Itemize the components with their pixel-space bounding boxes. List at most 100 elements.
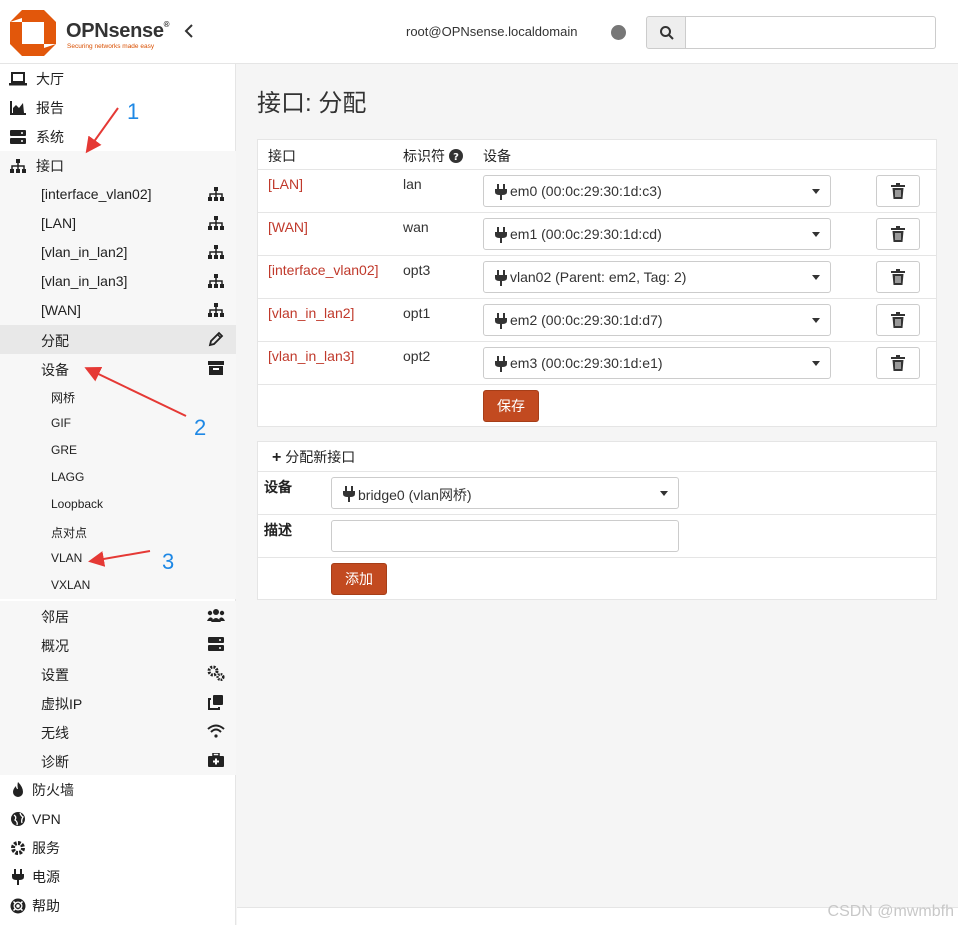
delete-button-wan[interactable] <box>876 218 920 250</box>
sitemap-icon <box>9 157 27 175</box>
sidebar-item-loopback[interactable]: Loopback <box>0 491 236 518</box>
help-icon[interactable]: ? <box>448 149 463 163</box>
sidebar-item-wan[interactable]: [WAN] <box>0 296 236 325</box>
top-header: OPNsense® Securing networks made easy ro… <box>0 0 958 64</box>
plug-icon <box>343 486 355 502</box>
server-icon <box>207 635 225 653</box>
device-select-lan[interactable]: em0 (00:0c:29:30:1d:c3) <box>483 175 831 207</box>
sidebar-item-label: [interface_vlan02] <box>41 186 152 202</box>
column-header-device: 设备 <box>483 148 511 164</box>
sitemap-icon <box>207 243 225 261</box>
sidebar-item-label: 分配 <box>41 333 69 349</box>
sidebar-item-interface-vlan02[interactable]: [interface_vlan02] <box>0 180 236 209</box>
interface-link-vlan-in-lan3[interactable]: [vlan_in_lan3] <box>268 348 354 364</box>
sidebar: 大厅 报告 系统 接口 [interface_vlan02] [LAN] [vl… <box>0 64 236 925</box>
search-input[interactable] <box>686 16 936 49</box>
trash-icon <box>891 183 905 199</box>
delete-button-lan[interactable] <box>876 175 920 207</box>
sidebar-item-vpn[interactable]: VPN <box>0 804 236 833</box>
caret-down-icon <box>812 232 820 237</box>
sidebar-item-system[interactable]: 系统 <box>0 122 236 151</box>
sidebar-item-neighbors[interactable]: 邻居 <box>0 601 236 630</box>
sidebar-item-settings[interactable]: 设置 <box>0 659 236 688</box>
sidebar-item-label: 概况 <box>41 638 69 654</box>
sidebar-item-gre[interactable]: GRE <box>0 437 236 464</box>
sidebar-item-vxlan[interactable]: VXLAN <box>0 572 236 599</box>
caret-down-icon <box>812 189 820 194</box>
sidebar-item-vlan-in-lan3[interactable]: [vlan_in_lan3] <box>0 267 236 296</box>
sidebar-item-lan[interactable]: [LAN] <box>0 209 236 238</box>
sitemap-icon <box>207 301 225 319</box>
collapse-sidebar-icon[interactable] <box>183 22 199 42</box>
caret-down-icon <box>812 275 820 280</box>
opnsense-logo[interactable] <box>8 8 58 58</box>
save-button[interactable]: 保存 <box>483 390 539 422</box>
delete-button-vlan02[interactable] <box>876 261 920 293</box>
device-select-vlan-in-lan3[interactable]: em3 (00:0c:29:30:1d:e1) <box>483 347 831 379</box>
delete-button-vlan-in-lan3[interactable] <box>876 347 920 379</box>
device-select-vlan02[interactable]: vlan02 (Parent: em2, Tag: 2) <box>483 261 831 293</box>
interface-link-vlan02[interactable]: [interface_vlan02] <box>268 262 379 278</box>
sidebar-item-label: LAGG <box>51 470 85 484</box>
plus-icon: + <box>272 449 282 466</box>
device-label: 设备 <box>264 479 292 495</box>
plug-icon <box>495 356 507 372</box>
new-interface-panel: + 分配新接口 设备 bridge0 (vlan网桥) 描述 添加 <box>257 441 937 600</box>
divider <box>258 514 936 515</box>
cog-icon <box>9 839 27 857</box>
description-input[interactable] <box>331 520 679 552</box>
new-device-select[interactable]: bridge0 (vlan网桥) <box>331 477 679 509</box>
sidebar-item-label: 接口 <box>36 157 64 174</box>
sidebar-item-vlan[interactable]: VLAN <box>0 545 236 572</box>
select-value: em0 (00:0c:29:30:1d:c3) <box>510 183 662 199</box>
page-title: 接口: 分配 <box>257 90 367 117</box>
fire-icon <box>9 781 27 799</box>
column-header-identifier: 标识符 ? <box>403 146 463 166</box>
divider <box>258 298 936 299</box>
globe-icon <box>9 810 27 828</box>
sidebar-item-services[interactable]: 服务 <box>0 833 236 862</box>
sidebar-item-reports[interactable]: 报告 <box>0 93 236 122</box>
interface-link-vlan-in-lan2[interactable]: [vlan_in_lan2] <box>268 305 354 321</box>
clone-icon <box>207 693 225 711</box>
sidebar-item-vlan-in-lan2[interactable]: [vlan_in_lan2] <box>0 238 236 267</box>
sidebar-item-lagg[interactable]: LAGG <box>0 464 236 491</box>
interface-identifier: opt2 <box>403 348 431 364</box>
sidebar-item-assignments[interactable]: 分配 <box>0 325 236 354</box>
sidebar-item-bridge[interactable]: 网桥 <box>0 383 236 410</box>
sidebar-item-overview[interactable]: 概况 <box>0 630 236 659</box>
sidebar-item-label: 服务 <box>32 839 60 856</box>
divider <box>258 212 936 213</box>
svg-text:?: ? <box>453 152 459 163</box>
status-indicator-icon[interactable] <box>611 25 626 40</box>
brand-tagline: Securing networks made easy <box>67 43 155 50</box>
sidebar-item-devices[interactable]: 设备 <box>0 354 236 383</box>
sidebar-item-ptp[interactable]: 点对点 <box>0 518 236 545</box>
plug-icon <box>495 184 507 200</box>
sidebar-item-label: [vlan_in_lan2] <box>41 244 128 260</box>
add-button[interactable]: 添加 <box>331 563 387 595</box>
interface-link-lan[interactable]: [LAN] <box>268 176 303 192</box>
user-menu[interactable]: root@OPNsense.localdomain <box>406 24 577 39</box>
sidebar-item-power[interactable]: 电源 <box>0 862 236 891</box>
sidebar-item-virtual-ip[interactable]: 虚拟IP <box>0 688 236 717</box>
interface-link-wan[interactable]: [WAN] <box>268 219 308 235</box>
sidebar-item-lobby[interactable]: 大厅 <box>0 64 236 93</box>
sidebar-item-label: 诊断 <box>41 754 69 770</box>
sidebar-item-firewall[interactable]: 防火墙 <box>0 775 236 804</box>
annotation-number-3: 3 <box>162 549 175 574</box>
delete-button-vlan-in-lan2[interactable] <box>876 304 920 336</box>
trash-icon <box>891 226 905 242</box>
device-select-wan[interactable]: em1 (00:0c:29:30:1d:cd) <box>483 218 831 250</box>
watermark: CSDN @mwmbfh <box>827 903 954 920</box>
sidebar-item-interfaces[interactable]: 接口 <box>0 151 236 180</box>
sidebar-item-label: GRE <box>51 443 78 457</box>
new-interface-title: 分配新接口 <box>285 449 356 465</box>
sidebar-item-diagnostics[interactable]: 诊断 <box>0 746 236 775</box>
search-button[interactable] <box>646 16 686 49</box>
sidebar-item-help[interactable]: 帮助 <box>0 891 236 920</box>
sitemap-icon <box>207 272 225 290</box>
sidebar-item-wireless[interactable]: 无线 <box>0 717 236 746</box>
trash-icon <box>891 312 905 328</box>
device-select-vlan-in-lan2[interactable]: em2 (00:0c:29:30:1d:d7) <box>483 304 831 336</box>
